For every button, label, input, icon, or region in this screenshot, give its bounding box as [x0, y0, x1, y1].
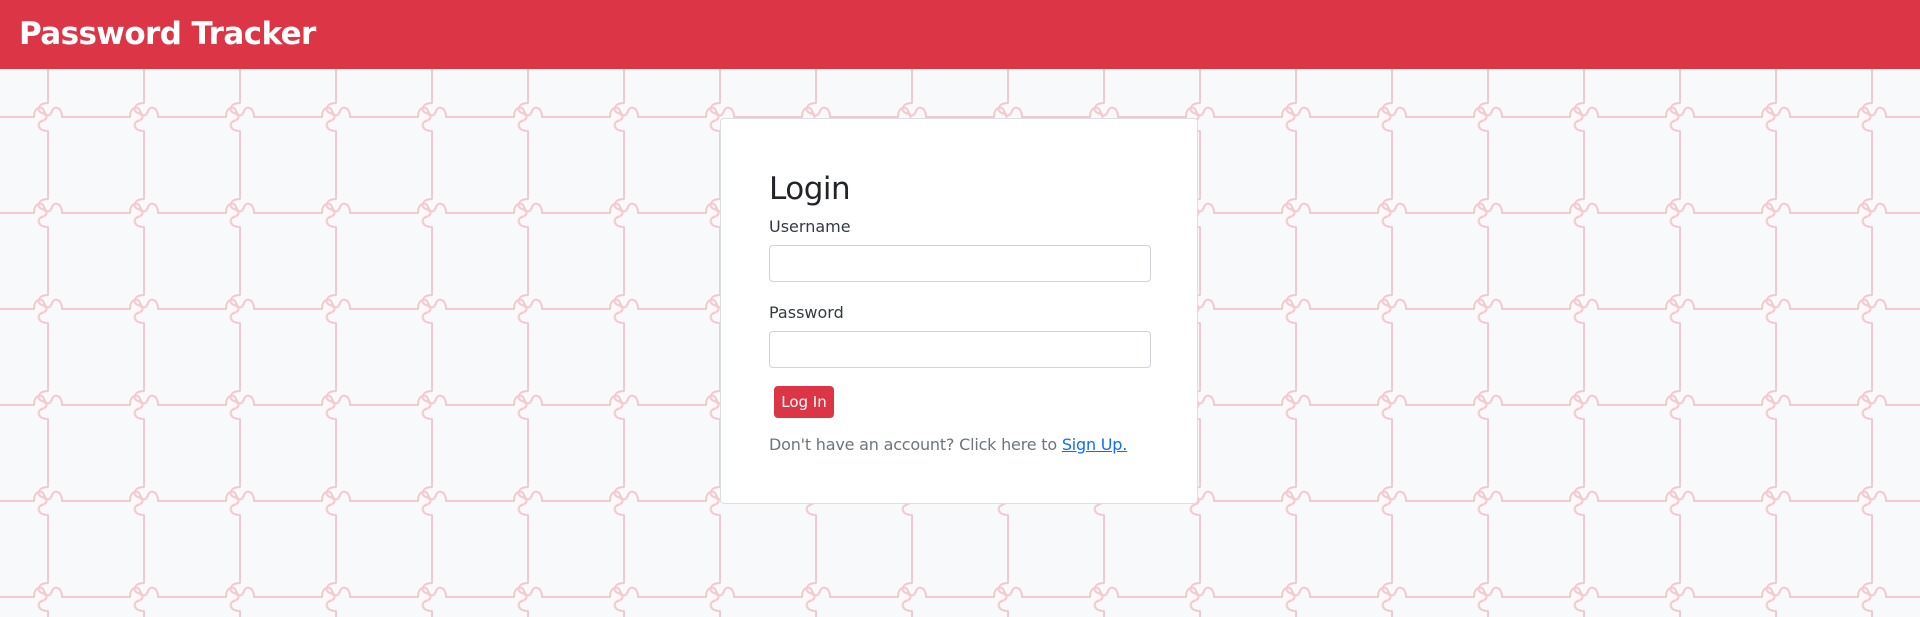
username-input[interactable] [769, 245, 1151, 282]
signup-link[interactable]: Sign Up. [1062, 435, 1128, 454]
top-navbar: Password Tracker [0, 0, 1920, 69]
password-input[interactable] [769, 331, 1151, 368]
username-label: Username [769, 217, 851, 236]
signup-prompt: Don't have an account? Click here to Sig… [769, 435, 1127, 455]
login-button[interactable]: Log In [774, 386, 834, 418]
app-title[interactable]: Password Tracker [19, 14, 316, 54]
signup-prompt-text: Don't have an account? Click here to [769, 435, 1062, 454]
password-label: Password [769, 303, 844, 322]
login-card: Login Username Password Log In Don't hav… [720, 118, 1198, 504]
login-title: Login [769, 171, 851, 207]
